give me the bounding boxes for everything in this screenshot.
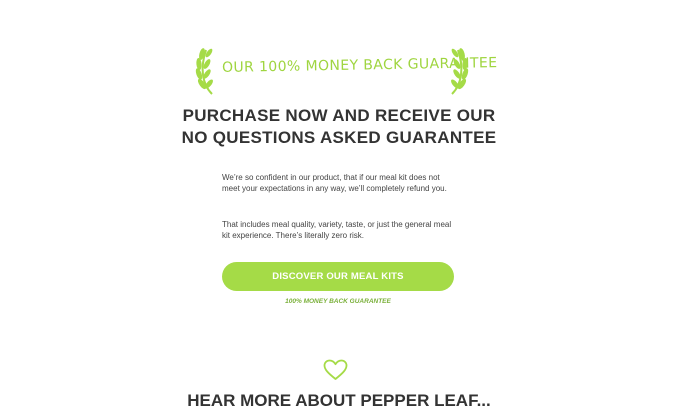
headline-line-2: NO QUESTIONS ASKED GUARANTEE [181,128,497,147]
guarantee-banner: OUR 100% MONEY BACK GUARANTEE [194,44,498,96]
section-title: HEAR MORE ABOUT PEPPER LEAF... [187,391,491,410]
laurel-right-icon [451,48,469,95]
money-back-guarantee-note: 100% MONEY BACK GUARANTEE [285,298,391,305]
body-paragraph-1: We’re so confident in our product, that … [222,173,447,193]
discover-meal-kits-button[interactable]: DISCOVER OUR MEAL KITS [222,262,454,291]
headline-line-1: PURCHASE NOW AND RECEIVE OUR [182,106,496,125]
body-paragraph-2: That includes meal quality, variety, tas… [222,220,452,240]
laurel-left-icon [195,48,213,95]
heart-icon [323,359,348,380]
banner-text: OUR 100% MONEY BACK GUARANTEE [221,55,498,76]
